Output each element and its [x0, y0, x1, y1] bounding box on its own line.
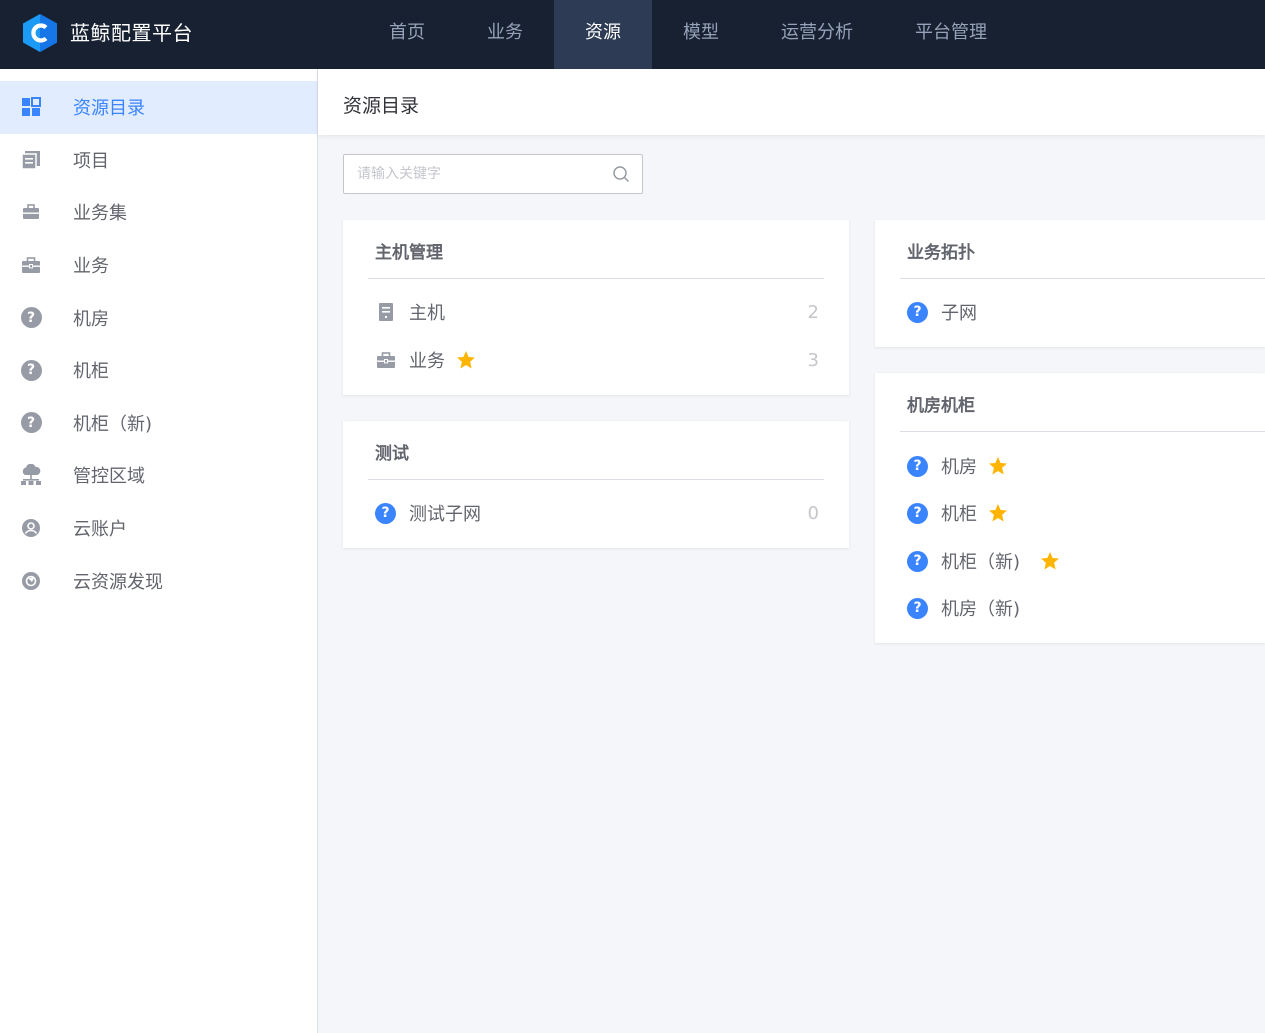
nav-model[interactable]: 模型 [652, 0, 750, 69]
list-item-rack-new[interactable]: ? 机柜（新) [907, 546, 1235, 576]
item-label: 机房 [941, 457, 977, 478]
card-title: 测试 [375, 444, 409, 464]
grid-icon [20, 96, 42, 118]
compass-icon [20, 570, 42, 592]
sidebar-item-label: 机柜 [73, 361, 109, 383]
star-icon[interactable] [1040, 551, 1060, 571]
sidebar-item-label: 机房 [73, 308, 109, 330]
document-icon [20, 149, 42, 171]
page-title: 资源目录 [343, 95, 420, 117]
divider [368, 479, 824, 480]
card-title: 机房机柜 [907, 396, 975, 416]
main-nav: 首页 业务 资源 模型 运营分析 平台管理 [358, 0, 1018, 69]
item-label: 机房（新) [941, 599, 1021, 620]
cloud-network-icon [20, 464, 42, 486]
item-label: 机柜 [941, 504, 977, 525]
item-count: 0 [807, 502, 819, 524]
top-navigation-bar: 蓝鲸配置平台 首页 业务 资源 模型 运营分析 平台管理 [0, 0, 1265, 69]
sidebar-item-resource-directory[interactable]: 资源目录 [0, 81, 317, 134]
sidebar-item-rack[interactable]: ? 机柜 [0, 344, 317, 397]
nav-platform-admin[interactable]: 平台管理 [884, 0, 1018, 69]
search-box[interactable] [343, 154, 643, 194]
question-icon: ? [907, 455, 928, 477]
question-icon: ? [907, 597, 928, 619]
toolbox-icon [375, 350, 396, 371]
server-icon [375, 302, 396, 323]
question-icon: ? [20, 307, 42, 329]
card-room-rack: 机房机柜 ? 机房 ? 机柜 ? 机柜（新) ? 机房（新) [875, 373, 1265, 643]
sidebar-item-label: 业务 [73, 256, 109, 278]
toolbox-icon [20, 254, 42, 276]
page-header: 资源目录 [318, 69, 1265, 135]
sidebar-item-label: 管控区域 [73, 466, 145, 488]
sidebar-item-project[interactable]: 项目 [0, 134, 317, 187]
star-icon[interactable] [456, 350, 476, 370]
search-input[interactable] [344, 155, 604, 193]
brand-name[interactable]: 蓝鲸配置平台 [70, 20, 193, 46]
item-label: 子网 [941, 303, 977, 324]
card-title: 业务拓扑 [907, 243, 975, 263]
item-count: 2 [807, 301, 819, 323]
sidebar-item-business[interactable]: 业务 [0, 239, 317, 292]
divider [900, 431, 1265, 432]
list-item-host[interactable]: 主机 2 [375, 297, 819, 327]
card-title: 主机管理 [375, 243, 443, 263]
sidebar-item-business-set[interactable]: 业务集 [0, 186, 317, 239]
sidebar-item-label: 业务集 [73, 203, 127, 225]
list-item-machine-room-new[interactable]: ? 机房（新) [907, 593, 1235, 623]
nav-analytics[interactable]: 运营分析 [750, 0, 884, 69]
sidebar-item-label: 云账户 [73, 519, 127, 541]
nav-home[interactable]: 首页 [358, 0, 456, 69]
divider [368, 278, 824, 279]
question-icon: ? [20, 359, 42, 381]
question-icon: ? [20, 412, 42, 434]
item-label: 主机 [409, 303, 445, 324]
question-icon: ? [907, 550, 928, 572]
nav-resource[interactable]: 资源 [554, 0, 652, 69]
sidebar-item-label: 资源目录 [73, 98, 145, 120]
sidebar-item-cloud-account[interactable]: 云账户 [0, 502, 317, 555]
item-label: 业务 [409, 351, 445, 372]
card-host-management: 主机管理 主机 2 业务 3 [343, 220, 849, 395]
sidebar-item-cloud-discovery[interactable]: 云资源发现 [0, 554, 317, 607]
sidebar-item-label: 项目 [73, 150, 109, 172]
sidebar: 资源目录 项目 业务集 业务 ? 机房 ? 机柜 ? 机柜（新) 管控区域 云账… [0, 69, 318, 1033]
logo-icon[interactable] [21, 13, 59, 53]
user-circle-icon [20, 517, 42, 539]
list-item-test-subnet[interactable]: ? 测试子网 0 [375, 498, 819, 528]
nav-business[interactable]: 业务 [456, 0, 554, 69]
sidebar-item-label: 机柜（新) [73, 413, 153, 435]
sidebar-item-rack-new[interactable]: ? 机柜（新) [0, 397, 317, 450]
item-label: 测试子网 [409, 504, 481, 525]
question-icon: ? [907, 301, 928, 323]
list-item-business[interactable]: 业务 3 [375, 345, 819, 375]
sidebar-item-machine-room[interactable]: ? 机房 [0, 291, 317, 344]
list-item-subnet[interactable]: ? 子网 [907, 297, 1235, 327]
briefcase-icon [20, 201, 42, 223]
item-count: 3 [807, 349, 819, 371]
card-test: 测试 ? 测试子网 0 [343, 421, 849, 548]
sidebar-item-label: 云资源发现 [73, 571, 163, 593]
question-icon: ? [375, 502, 396, 524]
divider [900, 278, 1265, 279]
list-item-machine-room[interactable]: ? 机房 [907, 451, 1235, 481]
search-icon[interactable] [612, 165, 630, 183]
star-icon[interactable] [988, 503, 1008, 523]
star-icon[interactable] [988, 456, 1008, 476]
card-business-topology: 业务拓扑 ? 子网 [875, 220, 1265, 347]
list-item-rack[interactable]: ? 机柜 [907, 498, 1235, 528]
item-label: 机柜（新) [941, 552, 1021, 573]
sidebar-item-control-area[interactable]: 管控区域 [0, 449, 317, 502]
question-icon: ? [907, 502, 928, 524]
